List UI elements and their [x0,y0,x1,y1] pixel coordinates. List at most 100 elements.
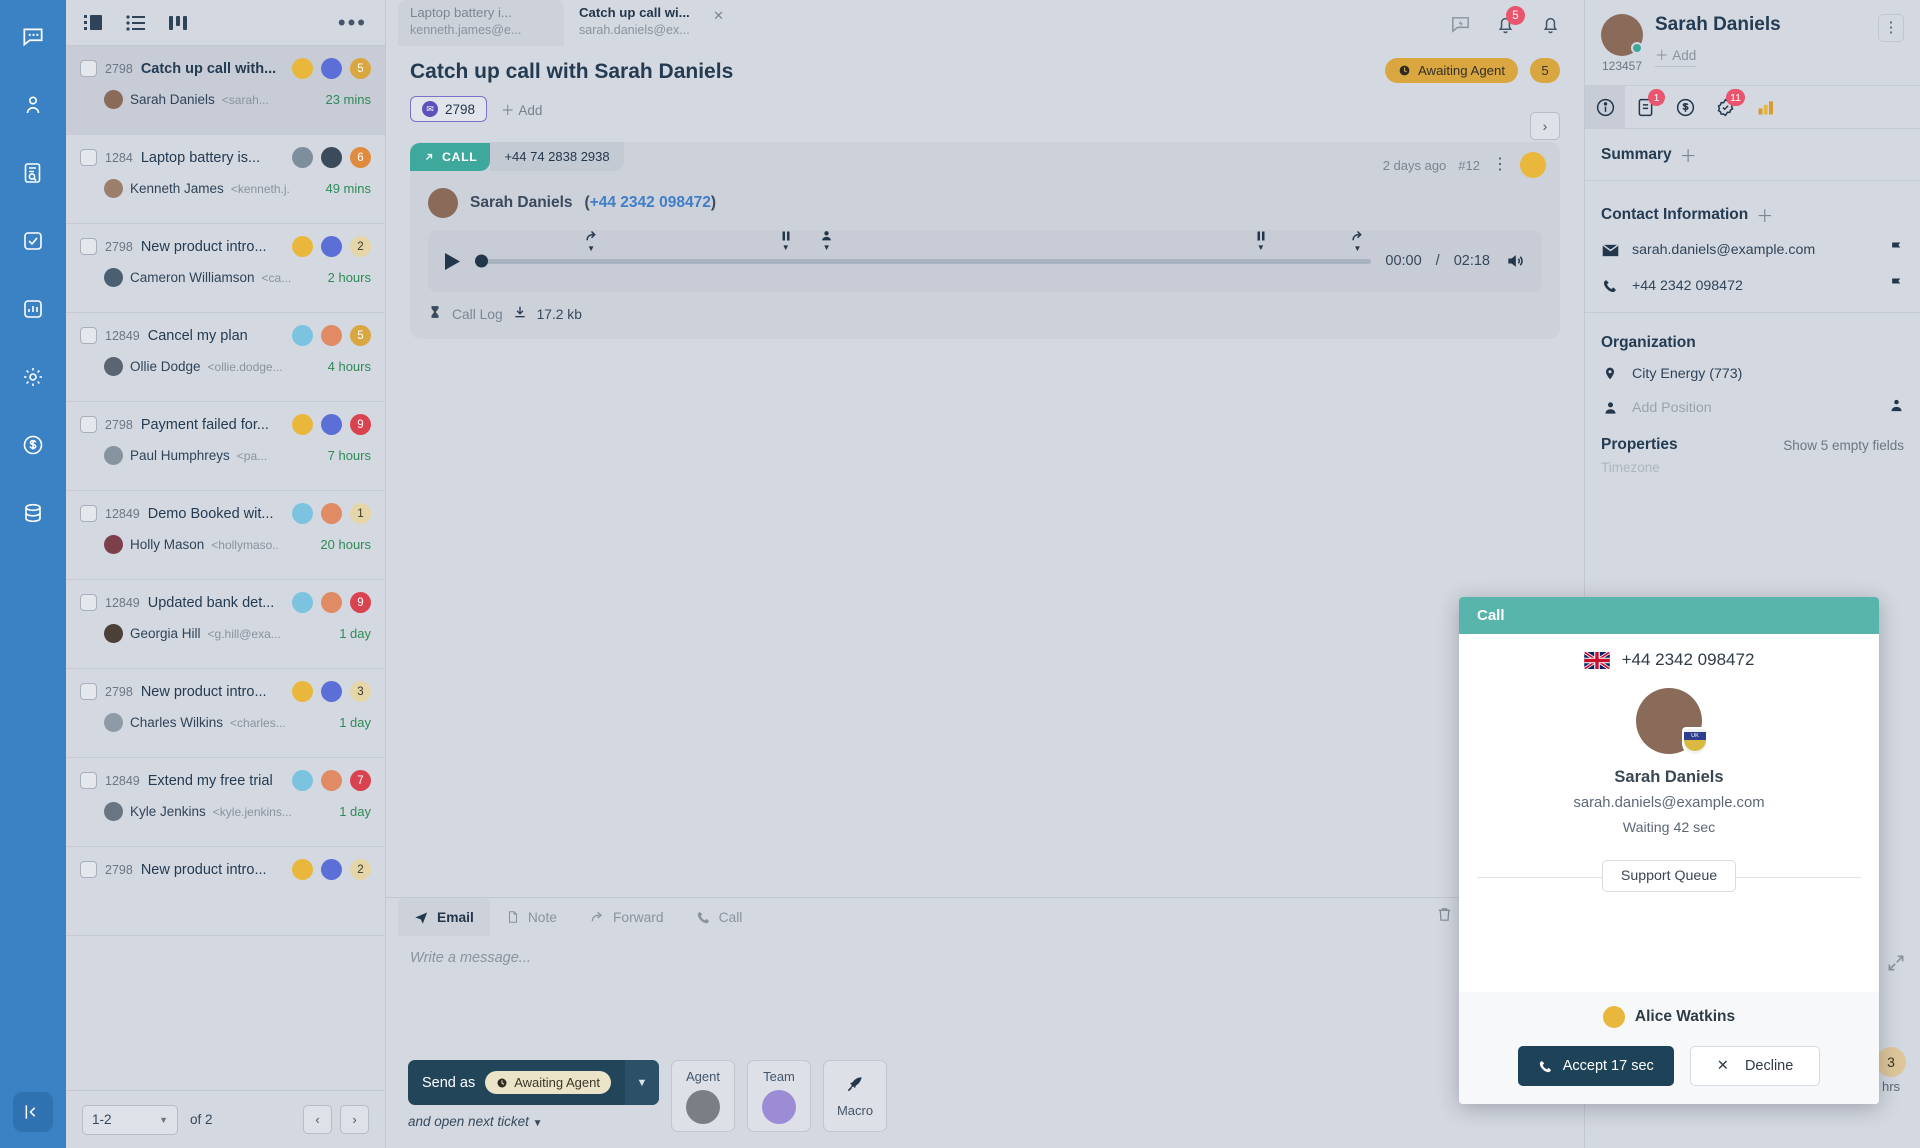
settings-icon[interactable] [10,354,56,400]
contact-email-row[interactable]: sarah.daniels@example.com [1585,232,1920,268]
position-row[interactable]: Add Position [1585,390,1920,426]
volume-icon[interactable] [1504,251,1526,271]
add-channel-button[interactable]: ＋ Add [501,99,542,119]
tab-billing[interactable] [1665,85,1705,129]
hold-marker-icon[interactable]: ▼ [780,229,792,252]
billing-icon[interactable] [10,422,56,468]
status-badge[interactable]: Awaiting Agent [1384,58,1518,83]
tab-info[interactable] [1585,85,1625,129]
expand-panel-icon[interactable] [1886,953,1906,978]
ticket-checkbox[interactable] [80,149,97,166]
knowledge-icon[interactable] [10,150,56,196]
ticket-checkbox[interactable] [80,60,97,77]
flag-icon[interactable] [1889,276,1904,296]
composer-tab-forward[interactable]: Forward [573,898,680,936]
alerts-icon[interactable] [1539,13,1562,36]
hold-marker-2-icon[interactable]: ▼ [1255,229,1267,252]
prev-page-button[interactable]: ‹ [303,1105,332,1134]
ticket-list-item[interactable]: 2798 New product intro... 3 Charles Wilk… [66,669,385,758]
next-ticket-option[interactable]: and open next ticket ▼ [408,1114,659,1129]
decline-call-button[interactable]: ✕ Decline [1689,1046,1821,1086]
call-log-label[interactable]: Call Log [452,307,503,322]
send-as-button[interactable]: Send as Awaiting Agent ▼ [408,1060,659,1105]
ticket-checkbox[interactable] [80,594,97,611]
ticket-checkbox[interactable] [80,861,97,878]
ticket-checkbox[interactable] [80,238,97,255]
ticket-list-item[interactable]: 12849 Extend my free trial 7 Kyle Jenkin… [66,758,385,847]
ticket-checkbox[interactable] [80,683,97,700]
ticket-list-item[interactable]: 12849 Demo Booked wit... 1 Holly Mason <… [66,491,385,580]
next-ticket-button[interactable]: › [1530,112,1560,140]
chat-icon[interactable] [10,14,56,60]
ticket-list-item[interactable]: 2798 Payment failed for... 9 Paul Humphr… [66,402,385,491]
queue-badge[interactable]: Support Queue [1601,860,1737,892]
channel-chip[interactable]: ✉ 2798 [410,96,488,122]
ticket-checkbox[interactable] [80,772,97,789]
composer-tab-call[interactable]: Call [680,898,759,936]
contact-menu-icon[interactable]: ⋮ [1878,14,1904,42]
composer-tab-email[interactable]: Email [398,898,490,936]
macro-button[interactable]: Macro [823,1060,887,1132]
tab-notes[interactable]: 1 [1625,85,1665,129]
ticket-list-item[interactable]: 12849 Cancel my plan 5 Ollie Dodge <olli… [66,313,385,402]
notifications-icon[interactable]: 5 [1494,6,1525,36]
contact-phone-row[interactable]: +44 2342 098472 [1585,268,1920,304]
ticket-list-item[interactable]: 2798 New product intro... 2 [66,847,385,936]
organization-value: City Energy (773) [1632,365,1743,382]
ticket-checkbox[interactable] [80,416,97,433]
organization-row[interactable]: City Energy (773) [1585,357,1920,390]
ticket-checkbox[interactable] [80,327,97,344]
transfer-marker-icon[interactable]: ▼ [583,229,600,253]
collapse-sidebar-button[interactable] [13,1092,53,1132]
ticket-subject: New product intro... [140,861,267,878]
quick-actions-icon[interactable] [1449,13,1472,36]
show-empty-fields-button[interactable]: Show 5 empty fields [1783,438,1904,453]
play-button[interactable] [444,252,461,271]
ticket-list-item[interactable]: 12849 Updated bank det... 9 Georgia Hill… [66,580,385,669]
list-view-icon[interactable] [126,14,146,32]
assign-agent-button[interactable]: Agent [671,1060,735,1132]
decline-label: Decline [1744,1058,1794,1074]
download-icon[interactable] [513,304,527,325]
flag-icon[interactable] [1889,240,1904,260]
ticket-list-item[interactable]: 2798 New product intro... 2 Cameron Will… [66,224,385,313]
add-contact-info-button[interactable]: ＋ [1756,202,1773,227]
composer-tab-note[interactable]: Note [490,898,573,936]
ticket-list-item[interactable]: 2798 Catch up call with... 5 Sarah Danie… [66,46,385,135]
chevron-down-icon[interactable]: ▼ [625,1060,659,1105]
list-more-button[interactable]: ••• [338,11,367,33]
message-menu-icon[interactable]: ⋮ [1492,157,1508,173]
person-icon [1601,400,1619,416]
assign-team-button[interactable]: Team [747,1060,811,1132]
tab-tasks[interactable]: 11 [1705,85,1745,129]
board-view-icon[interactable] [168,14,190,32]
ticket-list-item[interactable]: 1284 Laptop battery is... 6 Kenneth Jame… [66,135,385,224]
ticket-tab[interactable]: Laptop battery i... kenneth.james@e... [398,0,564,46]
reports-icon[interactable] [10,286,56,332]
storage-icon[interactable] [10,490,56,536]
audio-scrubber[interactable]: ▼ ▼ ▼ ▼ ▼ [475,230,1372,271]
ticket-age: 1 day [339,715,371,730]
tasks-icon[interactable] [10,218,56,264]
trash-icon[interactable] [1436,906,1453,928]
caller-number[interactable]: +44 2342 098472 [590,194,711,211]
tab-chart[interactable] [1745,85,1785,129]
manager-icon[interactable] [1889,398,1904,418]
composer-input[interactable]: Write a message... [386,936,1584,1052]
close-icon[interactable]: ✕ [713,8,724,24]
split-view-icon[interactable] [84,14,104,32]
ticket-checkbox[interactable] [80,505,97,522]
scrubber-handle[interactable] [475,254,488,268]
team-avatar [762,1089,796,1124]
next-page-button[interactable]: › [340,1105,369,1134]
assign-team-label: Team [763,1068,795,1084]
agent-marker-icon[interactable]: ▼ [820,229,833,252]
add-summary-button[interactable]: ＋ [1680,142,1697,167]
close-icon: ✕ [1716,1058,1729,1074]
page-range-select[interactable]: 1-2 ▼ [82,1104,178,1135]
add-contact-field-button[interactable]: ＋ Add [1655,44,1697,67]
accept-call-button[interactable]: Accept 17 sec [1517,1046,1674,1086]
contacts-icon[interactable] [10,82,56,128]
ticket-tab-active[interactable]: Catch up call wi... sarah.daniels@ex... … [567,0,733,46]
transfer-marker-2-icon[interactable]: ▼ [1349,229,1366,253]
